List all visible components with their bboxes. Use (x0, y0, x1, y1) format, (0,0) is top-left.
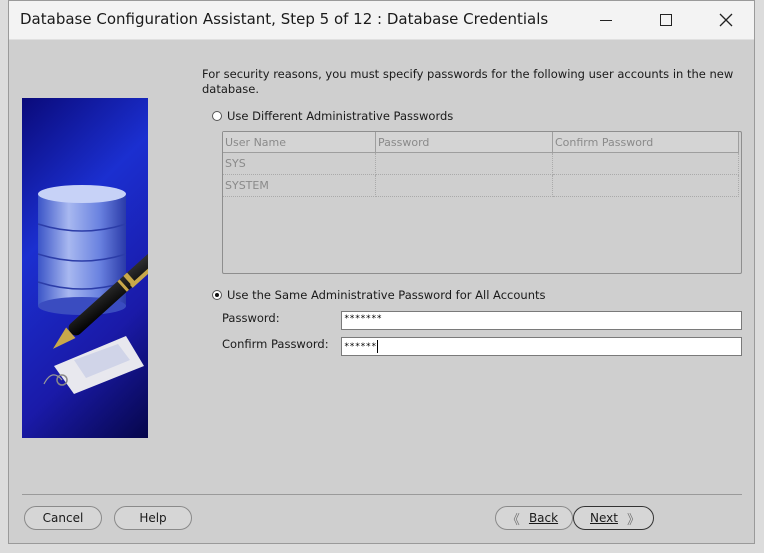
chevron-left-icon: 《 (506, 512, 520, 528)
table-row: SYSTEM (223, 174, 739, 197)
table-cell-confirm[interactable] (552, 174, 739, 197)
radio-different-passwords[interactable]: Use Different Administrative Passwords (212, 109, 453, 123)
password-label: Password: (222, 311, 280, 325)
table-cell-password[interactable] (375, 174, 553, 197)
help-button[interactable]: Help (114, 506, 192, 530)
radio-button[interactable] (212, 111, 222, 121)
table-cell-user: SYS (223, 152, 376, 175)
cancel-button[interactable]: Cancel (24, 506, 102, 530)
radio-same-label: Use the Same Administrative Password for… (227, 288, 546, 302)
table-cell-user: SYSTEM (223, 174, 376, 197)
back-button[interactable]: 《 Back (495, 506, 573, 530)
table-cell-confirm[interactable] (552, 152, 739, 175)
confirm-password-label: Confirm Password: (222, 337, 329, 351)
title-bar: Database Configuration Assistant, Step 5… (9, 1, 754, 40)
radio-same-password[interactable]: Use the Same Administrative Password for… (212, 288, 546, 302)
minimize-icon[interactable] (578, 1, 634, 39)
table-cell-password[interactable] (375, 152, 553, 175)
radio-different-label: Use Different Administrative Passwords (227, 109, 454, 123)
user-password-table: User Name Password Confirm Password SYS … (222, 131, 742, 274)
dialog-window: Database Configuration Assistant, Step 5… (8, 0, 755, 544)
footer-divider (22, 494, 742, 495)
close-icon[interactable] (698, 1, 754, 39)
column-header-user-name: User Name (223, 132, 376, 153)
table-row: SYS (223, 152, 739, 175)
instructions-text: For security reasons, you must specify p… (202, 67, 734, 96)
maximize-icon[interactable] (638, 1, 694, 39)
confirm-password-field[interactable]: ****** (341, 337, 742, 356)
column-header-password: Password (375, 132, 553, 153)
database-pen-illustration (22, 98, 148, 438)
password-field[interactable]: ******* (341, 311, 742, 330)
next-button[interactable]: Next 》 (573, 506, 654, 530)
column-header-confirm-password: Confirm Password (552, 132, 739, 153)
window-title: Database Configuration Assistant, Step 5… (20, 10, 549, 28)
chevron-right-icon: 》 (626, 512, 640, 528)
radio-button-selected[interactable] (212, 290, 222, 300)
